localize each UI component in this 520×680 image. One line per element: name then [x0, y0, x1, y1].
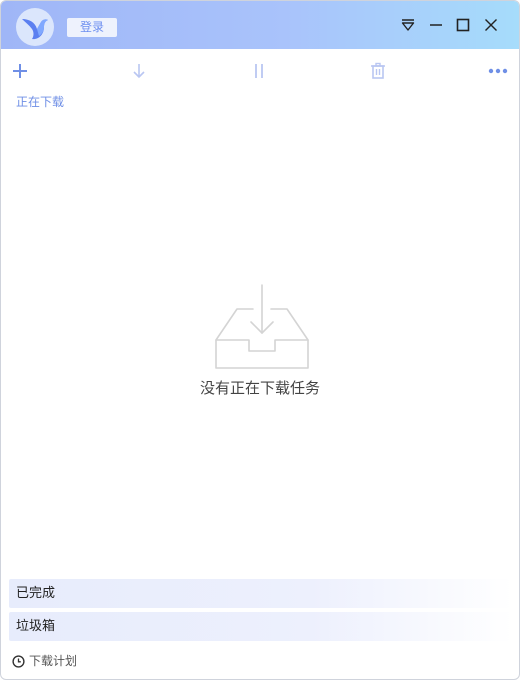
minimize-icon[interactable]	[424, 13, 448, 37]
download-schedule-link[interactable]: 下载计划	[12, 653, 77, 669]
empty-inbox-icon	[211, 283, 313, 371]
start-download-button[interactable]	[127, 59, 151, 83]
completed-section[interactable]: 已完成	[9, 579, 513, 608]
add-task-button[interactable]	[8, 59, 32, 83]
pause-icon	[255, 64, 263, 78]
completed-label: 已完成	[16, 586, 56, 601]
menu-dropdown-icon[interactable]	[396, 13, 420, 37]
trash-label: 垃圾箱	[16, 619, 56, 634]
download-arrow-icon	[133, 64, 145, 79]
schedule-label: 下载计划	[29, 654, 78, 668]
downloading-section-title[interactable]: 正在下载	[16, 93, 64, 111]
trash-section[interactable]: 垃圾箱	[9, 612, 513, 641]
more-button[interactable]	[486, 59, 510, 83]
app-logo-icon[interactable]	[15, 7, 55, 47]
login-button[interactable]: 登录	[67, 18, 117, 37]
pause-button[interactable]	[247, 59, 271, 83]
app-window: 登录 正在下载 没有正在下载任务 已完成 垃圾箱 下载计划	[0, 0, 520, 680]
title-bar[interactable]: 登录	[1, 1, 519, 49]
maximize-icon[interactable]	[451, 13, 475, 37]
empty-state-text: 没有正在下载任务	[199, 379, 320, 397]
more-dots-icon	[488, 68, 508, 74]
close-icon[interactable]	[479, 13, 503, 37]
clock-icon	[12, 654, 25, 668]
trash-icon	[371, 62, 385, 79]
plus-icon	[13, 64, 27, 78]
delete-button[interactable]	[366, 59, 390, 83]
